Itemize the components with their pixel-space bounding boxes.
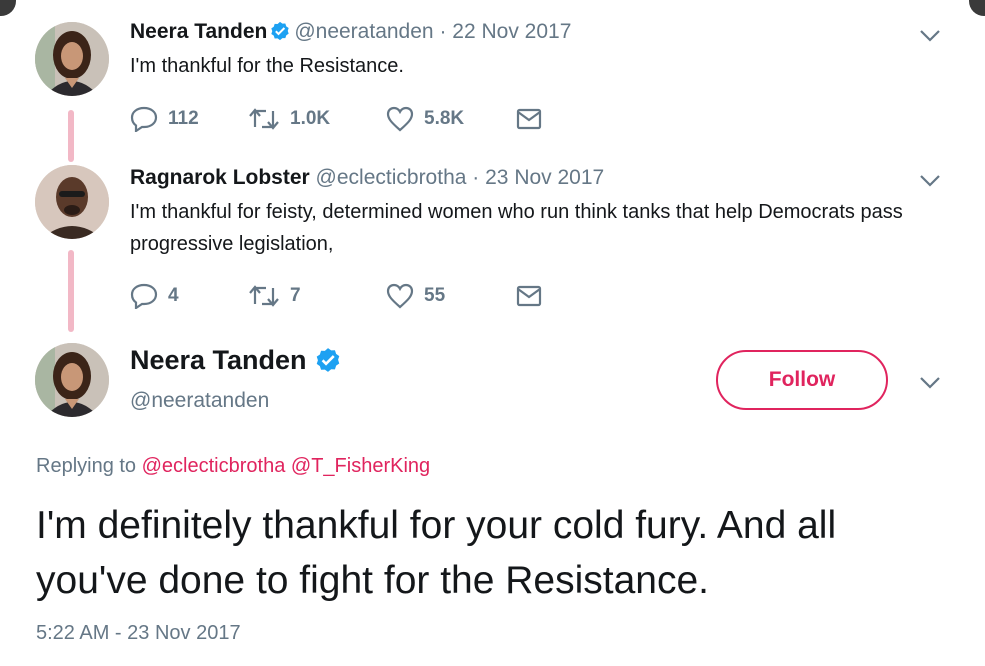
reply-count: 4	[168, 285, 179, 306]
message-button[interactable]	[516, 108, 552, 130]
main-tweet-text: I'm definitely thankful for your cold fu…	[36, 504, 837, 602]
follow-button[interactable]: Follow	[716, 350, 888, 410]
envelope-icon	[516, 108, 542, 130]
chevron-down-icon[interactable]	[919, 376, 941, 390]
avatar[interactable]	[35, 22, 109, 96]
reply-icon	[130, 283, 158, 309]
message-button[interactable]	[516, 285, 552, 307]
window-corner-left	[0, 0, 16, 16]
retweet-count: 1.0K	[290, 108, 331, 129]
tweet-date[interactable]: 23 Nov 2017	[485, 166, 604, 189]
tweet-actions: 112 1.0K 5.8K	[130, 104, 552, 134]
like-count: 5.8K	[424, 108, 465, 129]
chevron-down-icon[interactable]	[919, 174, 941, 188]
tweet-date[interactable]: 22 Nov 2017	[452, 20, 571, 43]
mention-link[interactable]: @T_FisherKing	[291, 455, 430, 477]
retweet-count: 7	[290, 285, 301, 306]
author-handle[interactable]: @eclecticbrotha	[316, 166, 467, 189]
retweet-button[interactable]: 1.0K	[248, 107, 386, 131]
tweet-actions: 4 7 55	[130, 281, 552, 311]
tweet-header: Neera Tanden @neeratanden · 22 Nov 2017	[130, 20, 945, 44]
author-name[interactable]: Neera Tanden	[130, 345, 307, 375]
mention-link[interactable]: @eclecticbrotha	[142, 455, 286, 477]
author-name[interactable]: Neera Tanden	[130, 20, 267, 43]
main-author-handle[interactable]: @neeratanden	[130, 389, 269, 413]
reply-button[interactable]: 4	[130, 283, 248, 309]
tweet-text: I'm thankful for feisty, determined wome…	[130, 201, 903, 255]
reply-icon	[130, 106, 158, 132]
avatar[interactable]	[35, 165, 109, 239]
reply-count: 112	[168, 108, 199, 129]
tweet-header: Ragnarok Lobster @eclecticbrotha · 23 No…	[130, 166, 945, 190]
tweet-1[interactable]: Neera Tanden @neeratanden · 22 Nov 2017 I…	[130, 20, 945, 82]
separator: ·	[439, 20, 447, 43]
reply-button[interactable]: 112	[130, 106, 248, 132]
separator: ·	[472, 166, 480, 189]
replying-prefix: Replying to	[36, 455, 137, 477]
heart-icon	[386, 283, 414, 309]
verified-badge-icon	[271, 21, 289, 41]
like-button[interactable]: 5.8K	[386, 106, 516, 132]
retweet-icon	[249, 285, 279, 307]
thread-line-2	[68, 250, 74, 332]
avatar[interactable]	[35, 343, 109, 417]
retweet-button[interactable]: 7	[248, 284, 386, 308]
tweet-2[interactable]: Ragnarok Lobster @eclecticbrotha · 23 No…	[130, 166, 945, 260]
like-button[interactable]: 55	[386, 283, 516, 309]
author-handle[interactable]: @neeratanden	[294, 20, 433, 43]
tweet-timestamp[interactable]: 5:22 AM - 23 Nov 2017	[36, 622, 241, 645]
chevron-down-icon[interactable]	[919, 29, 941, 43]
heart-icon	[386, 106, 414, 132]
replying-to: Replying to @eclecticbrotha @T_FisherKin…	[36, 455, 430, 478]
tweet-text: I'm thankful for the Resistance.	[130, 55, 404, 77]
thread-line-1	[68, 110, 74, 162]
envelope-icon	[516, 285, 542, 307]
main-author-name[interactable]: Neera Tanden	[130, 345, 345, 376]
window-corner-right	[969, 0, 985, 16]
like-count: 55	[424, 285, 446, 306]
author-name[interactable]: Ragnarok Lobster	[130, 166, 310, 189]
retweet-icon	[249, 108, 279, 130]
verified-badge-icon	[316, 348, 339, 372]
